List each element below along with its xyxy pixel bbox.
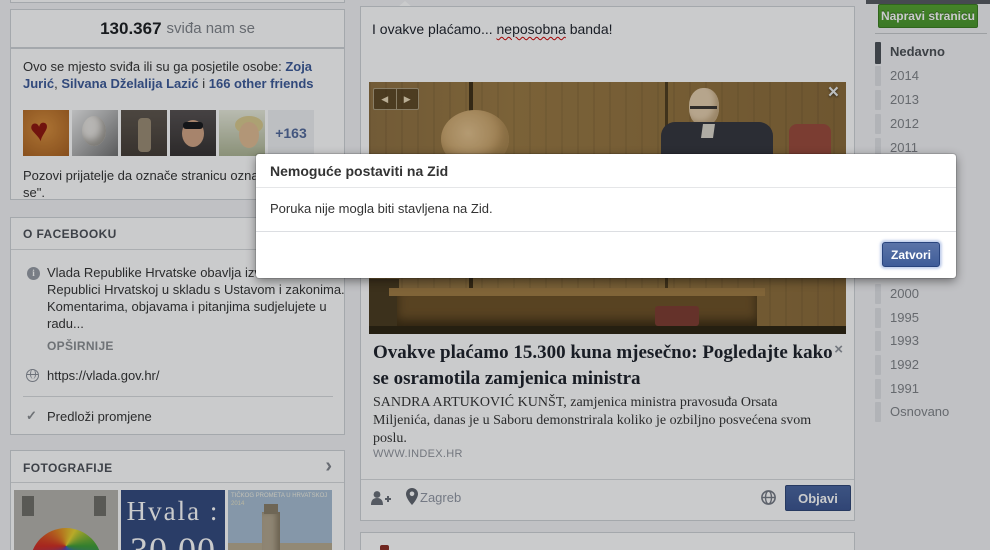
dialog-title: Nemoguće postaviti na Zid xyxy=(256,154,956,188)
dialog-footer: Zatvori xyxy=(256,231,956,278)
dialog-message: Poruka nije mogla biti stavljena na Zid. xyxy=(270,201,493,216)
close-dialog-button[interactable]: Zatvori xyxy=(882,242,940,267)
error-dialog: Nemoguće postaviti na Zid Poruka nije mo… xyxy=(256,154,956,278)
facebook-page: 130.367 sviđa nam se Ovo se mjesto sviđa… xyxy=(0,0,990,550)
